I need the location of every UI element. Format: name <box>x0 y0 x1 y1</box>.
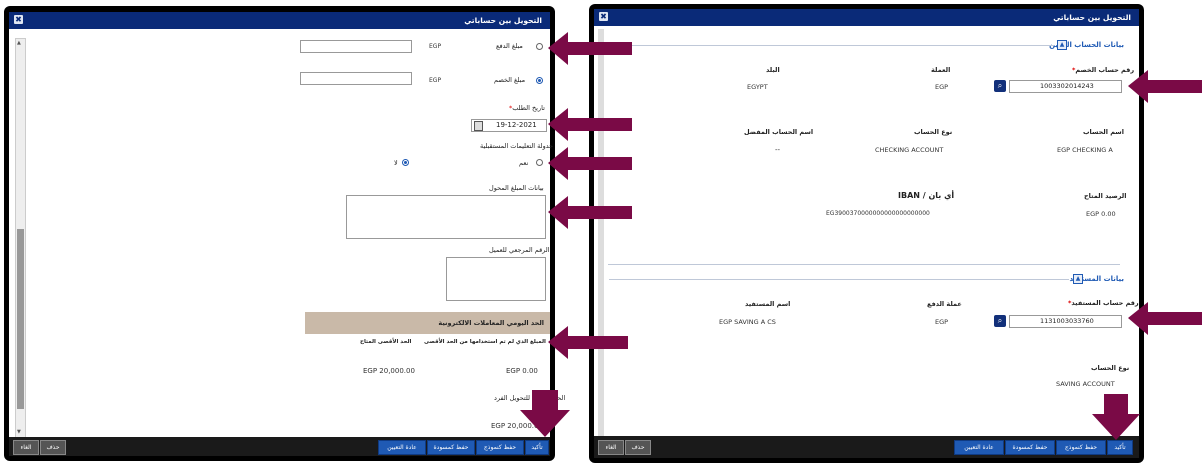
left-arrow-icon <box>548 108 632 141</box>
left-arrow-icon <box>548 196 632 229</box>
left-arrow-icon <box>1128 70 1202 103</box>
annotation-arrows <box>520 32 1202 440</box>
left-arrow-icon <box>548 32 632 65</box>
down-arrow-icon <box>520 390 570 437</box>
left-arrow-icon <box>548 147 632 180</box>
down-arrow-icon <box>1092 394 1140 440</box>
left-arrow-icon <box>1128 302 1202 335</box>
left-arrow-icon <box>548 326 628 359</box>
